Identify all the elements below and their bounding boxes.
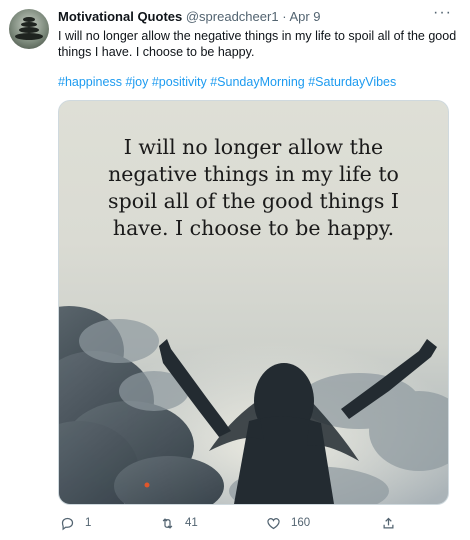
hashtag-link[interactable]: #SundayMorning <box>210 75 305 89</box>
retweet-count: 41 <box>185 517 198 529</box>
hashtag-link[interactable]: #SaturdayVibes <box>308 75 396 89</box>
hashtag-link[interactable]: #joy <box>125 75 148 89</box>
share-button[interactable] <box>381 510 396 536</box>
reply-count: 1 <box>85 517 92 529</box>
hashtags: #happiness #joy #positivity #SundayMorni… <box>58 75 396 89</box>
avatar[interactable] <box>9 9 49 49</box>
quote-line: negative things in my life to <box>108 162 399 186</box>
quote-line: spoil all of the good things I <box>108 189 399 213</box>
tweet: Motivational Quotes @spreadcheer1 · Apr … <box>0 0 470 540</box>
separator-dot: · <box>282 9 287 24</box>
retweet-icon <box>162 517 173 529</box>
reply-button[interactable]: 1 <box>60 510 91 536</box>
share-icon <box>383 517 394 528</box>
retweet-button[interactable]: 41 <box>160 510 198 536</box>
author-handle[interactable]: @spreadcheer1 <box>186 9 279 24</box>
like-count: 160 <box>291 517 311 529</box>
reply-icon <box>61 517 74 530</box>
tweet-image[interactable]: I will no longer allow the negative thin… <box>58 100 449 505</box>
more-icon[interactable]: ··· <box>433 4 452 22</box>
hashtag-link[interactable]: #positivity <box>152 75 207 89</box>
like-button[interactable]: 160 <box>266 510 310 536</box>
like-icon <box>267 517 280 529</box>
tweet-header: Motivational Quotes @spreadcheer1 · Apr … <box>58 9 321 24</box>
hashtag-link[interactable]: #happiness <box>58 75 122 89</box>
tweet-text: I will no longer allow the negative thin… <box>58 29 457 59</box>
action-bar: 1 41 160 <box>0 510 470 536</box>
quote-line: have. I choose to be happy. <box>112 216 395 240</box>
author-name[interactable]: Motivational Quotes <box>58 9 182 24</box>
tweet-date[interactable]: Apr 9 <box>289 9 320 24</box>
image-quote: I will no longer allow the negative thin… <box>59 134 448 242</box>
quote-line: I will no longer allow the <box>123 135 384 159</box>
